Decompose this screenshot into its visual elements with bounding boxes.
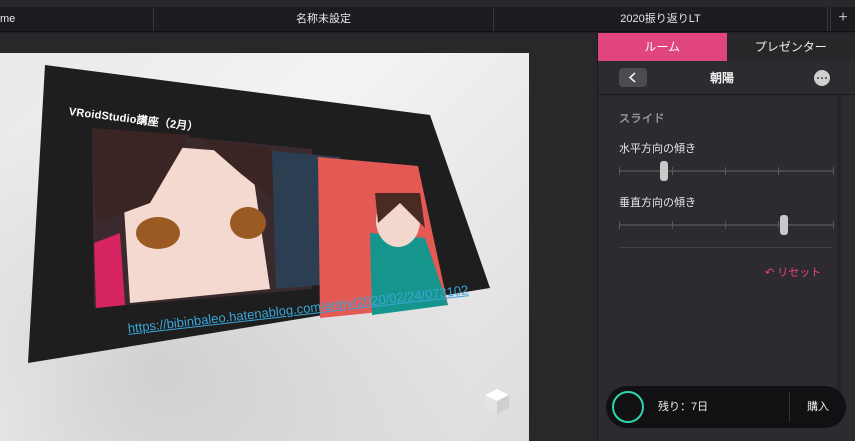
trial-footer: 残り：7日 購入	[606, 386, 846, 428]
tab-presenter[interactable]: プレゼンター	[726, 33, 855, 61]
reset-button[interactable]: ↶ リセット	[765, 264, 821, 280]
horizontal-tilt-thumb[interactable]	[660, 161, 668, 181]
section-title: スライド	[619, 113, 665, 125]
divider	[619, 247, 833, 248]
room-title: 朝陽	[709, 71, 734, 85]
scrollbar[interactable]	[837, 97, 841, 417]
reset-label: リセット	[777, 267, 822, 279]
cube-icon[interactable]	[482, 386, 512, 416]
tab-2020-lt[interactable]: 2020振り返りLT	[494, 7, 828, 31]
vertical-tilt-thumb[interactable]	[780, 215, 788, 235]
remaining-ring-icon	[612, 391, 644, 423]
undo-icon: ↶	[765, 267, 775, 279]
face-eye-left	[136, 217, 180, 249]
horizontal-tilt-label: 水平方向の傾き	[619, 143, 696, 155]
remaining-days: 残り：7日	[658, 401, 709, 413]
viewport[interactable]: VRoidStudio講座（2月） https://bibinbaleo.hat…	[0, 33, 597, 441]
panel-header: 朝陽	[598, 61, 855, 95]
tab-bar: me 名称未設定 2020振り返りLT +	[0, 0, 855, 32]
add-tab-button[interactable]: +	[830, 7, 855, 31]
panel-tabs: ルーム プレゼンター	[598, 33, 855, 61]
vertical-tilt-slider[interactable]	[619, 215, 834, 235]
tab-home[interactable]: me	[0, 7, 154, 31]
tab-untitled[interactable]: 名称未設定	[154, 7, 494, 31]
more-icon[interactable]	[814, 70, 830, 86]
buy-button[interactable]: 購入	[792, 386, 844, 428]
vertical-tilt-label: 垂直方向の傾き	[619, 197, 696, 209]
face-hair-pink	[94, 233, 125, 308]
room-wall: VRoidStudio講座（2月） https://bibinbaleo.hat…	[0, 53, 529, 441]
footer-separator	[789, 392, 790, 422]
right-panel: ルーム プレゼンター 朝陽 スライド 水平方向の傾き 垂直方向の傾き ↶ リセッ…	[597, 33, 855, 441]
tab-room[interactable]: ルーム	[598, 33, 727, 61]
face-eye-right	[230, 207, 266, 239]
horizontal-tilt-slider[interactable]	[619, 161, 834, 181]
